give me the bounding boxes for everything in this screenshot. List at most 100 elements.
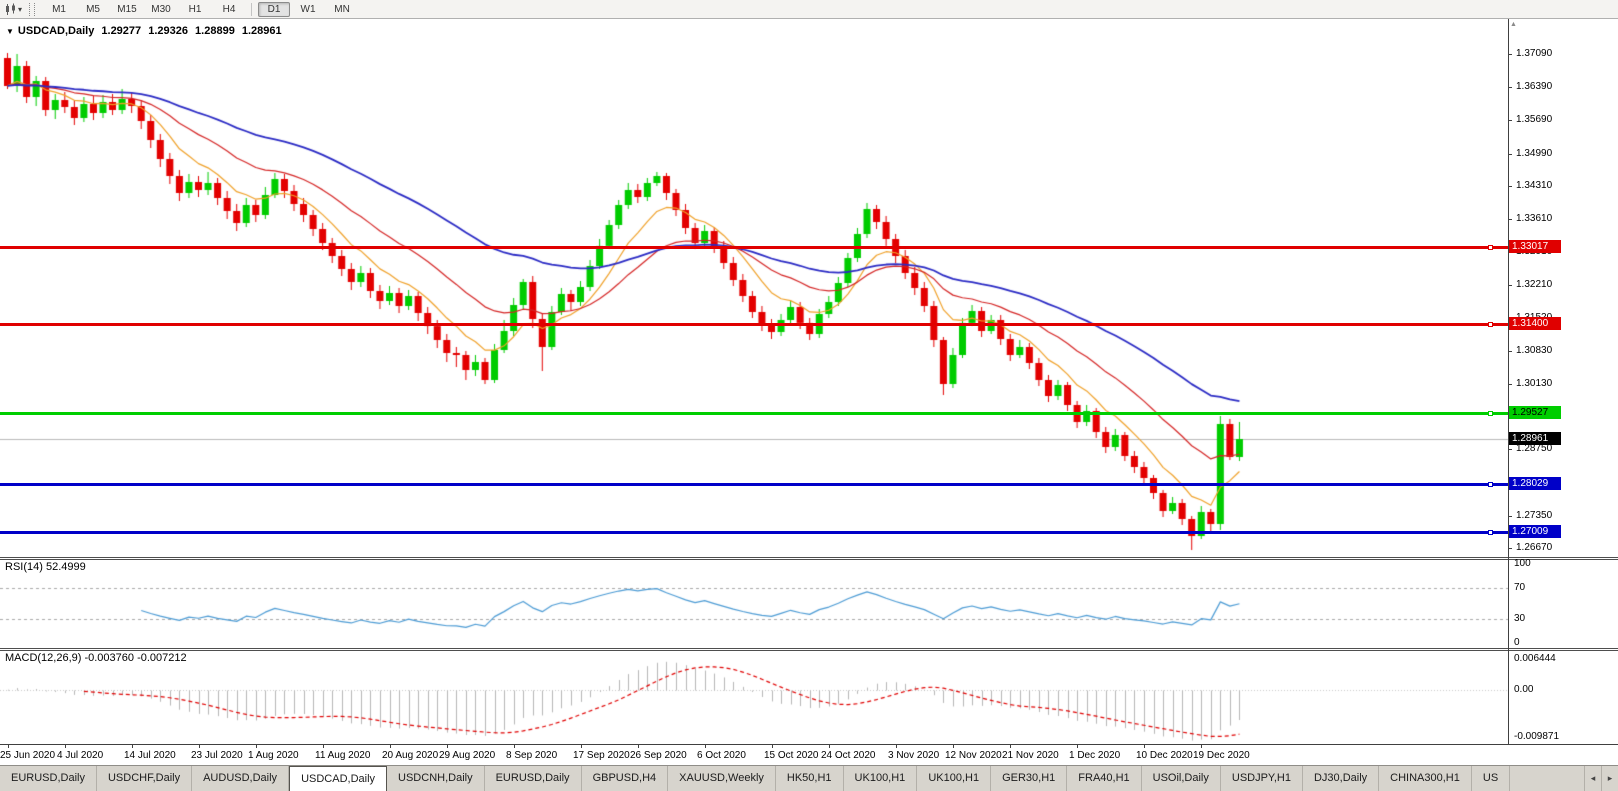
toolbar-separator	[251, 3, 252, 16]
level-price-label: 1.31400	[1509, 317, 1561, 330]
timeframe-m15-button[interactable]: M15	[111, 2, 143, 17]
tabs-scroll-right-icon[interactable]: ▸	[1601, 766, 1618, 791]
timeframe-w1-button[interactable]: W1	[292, 2, 324, 17]
tab-eurusd-daily[interactable]: EURUSD,Daily	[485, 766, 582, 791]
level-line-handle[interactable]	[1488, 411, 1493, 416]
price-axis-label: 1.32210	[1516, 279, 1552, 290]
toolbar-drag-handle[interactable]	[29, 3, 35, 16]
tab-usdjpy-h1[interactable]: USDJPY,H1	[1221, 766, 1303, 791]
tab-fra40-h1[interactable]: FRA40,H1	[1067, 766, 1141, 791]
date-axis-label: 29 Aug 2020	[439, 750, 495, 761]
price-axis-tick	[1508, 384, 1512, 385]
level-line-handle[interactable]	[1488, 482, 1493, 487]
timeframe-d1-button[interactable]: D1	[258, 2, 290, 17]
tab-hk50-h1[interactable]: HK50,H1	[776, 766, 844, 791]
rsi-canvas[interactable]	[0, 560, 1508, 647]
tab-usdcnh-daily[interactable]: USDCNH,Daily	[387, 766, 485, 791]
price-axis-tick	[1508, 351, 1512, 352]
rsi-axis-label: 100	[1514, 558, 1531, 569]
tab-dj30-daily[interactable]: DJ30,Daily	[1303, 766, 1379, 791]
date-axis-label: 3 Nov 2020	[888, 750, 939, 761]
macd-axis-label: 0.00	[1514, 684, 1533, 695]
tab-uk100-h1[interactable]: UK100,H1	[917, 766, 991, 791]
chart-type-icon[interactable]	[4, 3, 17, 16]
timeframe-mn-button[interactable]: MN	[326, 2, 358, 17]
timeframe-m5-button[interactable]: M5	[77, 2, 109, 17]
pane-separator[interactable]	[0, 648, 1618, 651]
date-axis-tick	[132, 745, 133, 748]
level-line-handle[interactable]	[1488, 245, 1493, 250]
date-axis-label: 8 Sep 2020	[506, 750, 557, 761]
date-axis-label: 25 Jun 2020	[0, 750, 55, 761]
price-axis-tick	[1508, 219, 1512, 220]
date-axis-label: 10 Dec 2020	[1136, 750, 1193, 761]
tab-china300-h1[interactable]: CHINA300,H1	[1379, 766, 1472, 791]
price-axis-tick	[1508, 120, 1512, 121]
tab-us[interactable]: US	[1472, 766, 1510, 791]
date-axis-tick	[323, 745, 324, 748]
tab-uk100-h1[interactable]: UK100,H1	[844, 766, 918, 791]
symbol-tabs: EURUSD,DailyUSDCHF,DailyAUDUSD,DailyUSDC…	[0, 766, 1584, 791]
tab-gbpusd-h4[interactable]: GBPUSD,H4	[582, 766, 669, 791]
date-axis-border	[0, 744, 1618, 745]
macd-canvas[interactable]	[0, 651, 1508, 744]
chart-type-caret-icon[interactable]: ▾	[18, 5, 22, 14]
level-line-handle[interactable]	[1488, 530, 1493, 535]
rsi-axis-label: 30	[1514, 613, 1525, 624]
price-axis-tick	[1508, 186, 1512, 187]
collapse-triangle-icon[interactable]: ▼	[6, 27, 14, 36]
timeframe-h1-button[interactable]: H1	[179, 2, 211, 17]
date-axis-tick	[1201, 745, 1202, 748]
high-value: 1.29326	[148, 25, 188, 37]
timeframe-m1-button[interactable]: M1	[43, 2, 75, 17]
date-axis-tick	[953, 745, 954, 748]
chart-title: ▼USDCAD,Daily 1.29277 1.29326 1.28899 1.…	[6, 25, 286, 37]
timeframe-m30-button[interactable]: M30	[145, 2, 177, 17]
date-axis-tick	[1010, 745, 1011, 748]
timeframe-toolbar: ▾ M1M5M15M30H1H4 D1W1MN	[0, 0, 1618, 19]
horizontal-level-line[interactable]	[0, 531, 1508, 534]
level-line-handle[interactable]	[1488, 322, 1493, 327]
level-price-label: 1.28029	[1509, 477, 1561, 490]
date-axis-label: 1 Aug 2020	[248, 750, 299, 761]
date-axis-label: 6 Oct 2020	[697, 750, 746, 761]
macd-axis-label: -0.009871	[1514, 731, 1559, 742]
horizontal-level-line[interactable]	[0, 483, 1508, 486]
price-axis-label: 1.36390	[1516, 81, 1552, 92]
close-value: 1.28961	[242, 25, 282, 37]
price-axis-grip-icon[interactable]: ▲	[1510, 21, 1517, 28]
tab-audusd-daily[interactable]: AUDUSD,Daily	[192, 766, 289, 791]
price-axis-label: 1.30830	[1516, 345, 1552, 356]
tab-usoil-daily[interactable]: USOil,Daily	[1142, 766, 1221, 791]
date-axis-tick	[829, 745, 830, 748]
price-axis-border	[1508, 19, 1509, 744]
price-chart-canvas[interactable]	[0, 19, 1508, 557]
date-axis-tick	[8, 745, 9, 748]
horizontal-level-line[interactable]	[0, 246, 1508, 249]
price-axis-label: 1.35690	[1516, 114, 1552, 125]
date-axis-label: 4 Jul 2020	[57, 750, 103, 761]
price-axis-tick	[1508, 516, 1512, 517]
date-axis-tick	[514, 745, 515, 748]
rsi-axis-label: 70	[1514, 582, 1525, 593]
horizontal-level-line[interactable]	[0, 412, 1508, 415]
date-axis-tick	[705, 745, 706, 748]
tab-eurusd-daily[interactable]: EURUSD,Daily	[0, 766, 97, 791]
date-axis-label: 12 Nov 2020	[945, 750, 1002, 761]
date-axis-tick	[896, 745, 897, 748]
date-axis-label: 17 Sep 2020	[573, 750, 630, 761]
timeframe-h4-button[interactable]: H4	[213, 2, 245, 17]
tab-xauusd-weekly[interactable]: XAUUSD,Weekly	[668, 766, 776, 791]
date-axis-tick	[447, 745, 448, 748]
horizontal-level-line[interactable]	[0, 323, 1508, 326]
tabs-scroll-left-icon[interactable]: ◂	[1584, 766, 1601, 791]
tab-usdcad-daily[interactable]: USDCAD,Daily	[289, 766, 387, 791]
level-price-label: 1.29527	[1509, 406, 1561, 419]
rsi-label: RSI(14) 52.4999	[5, 561, 86, 573]
pane-separator[interactable]	[0, 557, 1618, 560]
date-axis-label: 1 Dec 2020	[1069, 750, 1120, 761]
tab-ger30-h1[interactable]: GER30,H1	[991, 766, 1067, 791]
symbol-period-label: USDCAD,Daily	[18, 25, 94, 37]
macd-label: MACD(12,26,9) -0.003760 -0.007212	[5, 652, 187, 664]
tab-usdchf-daily[interactable]: USDCHF,Daily	[97, 766, 192, 791]
